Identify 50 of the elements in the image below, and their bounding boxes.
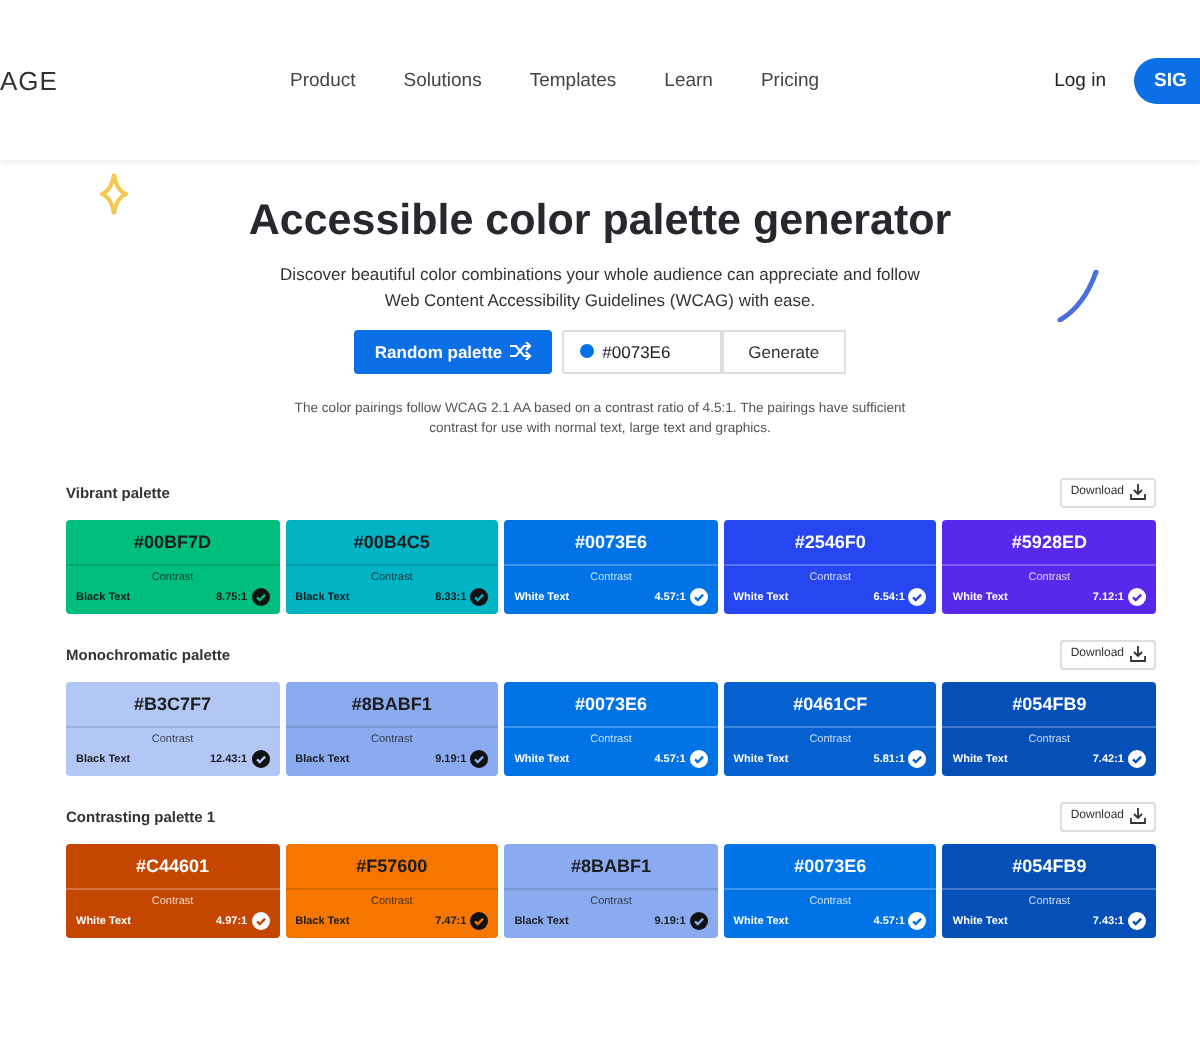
login-link[interactable]: Log in xyxy=(1054,69,1106,91)
check-icon xyxy=(908,750,927,769)
check-icon xyxy=(470,912,489,931)
hex-code: #5928ED xyxy=(1009,530,1089,557)
hex-code: #8BABF1 xyxy=(568,854,653,881)
nav-link[interactable]: Learn xyxy=(664,69,713,91)
hex-code: #C44601 xyxy=(134,854,212,881)
nav-link[interactable]: Solutions xyxy=(403,69,482,91)
logo-text[interactable]: AGE xyxy=(0,65,290,95)
check-icon xyxy=(251,588,270,607)
hex-code: #2546F0 xyxy=(792,530,868,557)
check-icon xyxy=(470,750,489,769)
sparkle-icon xyxy=(100,172,128,216)
check-icon xyxy=(908,912,927,931)
hex-code: #054FB9 xyxy=(1010,854,1089,881)
download-icon xyxy=(1130,646,1146,663)
download-icon xyxy=(1130,484,1146,501)
hex-code: #0073E6 xyxy=(792,854,869,881)
check-icon xyxy=(908,588,927,607)
page-title: Accessible color palette generator xyxy=(246,196,954,246)
color-value: #0073E6 xyxy=(602,341,671,361)
swoosh-icon xyxy=(1056,270,1100,322)
check-icon xyxy=(1127,750,1146,769)
check-icon xyxy=(1127,588,1146,607)
check-icon xyxy=(1127,912,1146,931)
hex-code: #0073E6 xyxy=(572,530,650,557)
check-icon xyxy=(689,750,708,769)
hex-code: #00BF7D xyxy=(132,530,214,557)
shuffle-icon xyxy=(510,342,533,360)
hex-code: #B3C7F7 xyxy=(132,692,214,719)
hex-code: #8BABF1 xyxy=(349,692,434,719)
hex-code: #F57600 xyxy=(354,854,430,881)
check-icon xyxy=(251,750,270,769)
hex-code: #00B4C5 xyxy=(351,530,432,557)
hex-code: #0073E6 xyxy=(572,692,650,719)
nav-link[interactable]: Templates xyxy=(529,69,617,91)
signup-button[interactable]: SIG xyxy=(1134,57,1200,103)
subtitle: Discover beautiful color combinations your whole audience can appreciate and follow Web Content Accessibility Guidelines (WCAG) with ease. xyxy=(278,262,922,313)
hex-code: #054FB9 xyxy=(1010,692,1089,719)
check-icon xyxy=(251,912,270,931)
check-icon xyxy=(689,912,708,931)
nav-link[interactable]: Pricing xyxy=(760,69,820,91)
nav-link[interactable]: Product xyxy=(290,69,356,91)
download-icon xyxy=(1130,808,1146,825)
color-input-field[interactable]: #0073E6 xyxy=(562,329,723,373)
random-palette-button[interactable]: Random palette xyxy=(354,329,553,373)
generate-button[interactable]: Generate xyxy=(722,329,846,373)
check-icon xyxy=(689,588,708,607)
check-icon xyxy=(470,588,489,607)
hex-code: #0461CF xyxy=(791,692,870,719)
